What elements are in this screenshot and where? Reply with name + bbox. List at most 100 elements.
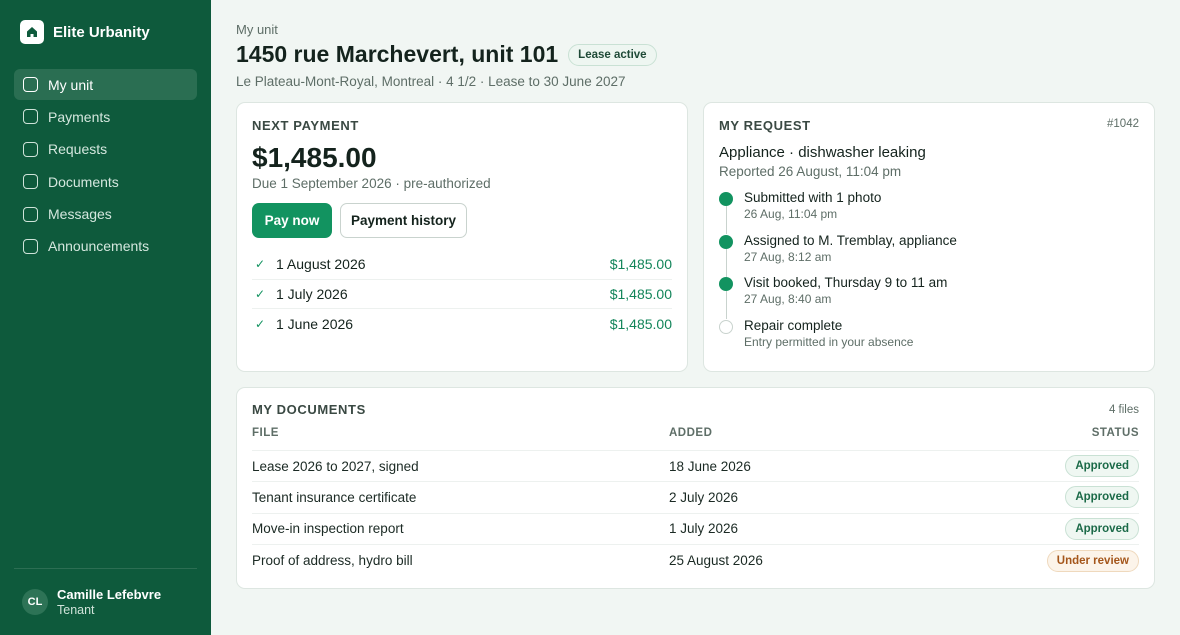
column-header-file: FILE — [252, 427, 279, 439]
payment-date: 1 July 2026 — [276, 285, 348, 302]
document-added: 1 July 2026 — [669, 521, 739, 537]
home-icon — [20, 20, 44, 44]
user-profile[interactable]: CL Camille Lefebvre Tenant — [14, 568, 197, 635]
step-time: Entry permitted in your absence — [744, 334, 914, 349]
step-title: Repair complete — [744, 317, 843, 333]
sidebar-item-documents[interactable]: Documents — [14, 166, 197, 197]
document-added: 18 June 2026 — [669, 458, 751, 474]
main-content: My unit 1450 rue Marchevert, unit 101 Le… — [211, 0, 1180, 635]
step-title: Assigned to M. Tremblay, appliance — [744, 232, 957, 248]
sidebar-item-label: Announcements — [48, 238, 150, 255]
column-header-added: ADDED — [669, 427, 713, 439]
timeline-step: Visit booked, Thursday 9 to 11 am 27 Aug… — [719, 275, 1139, 319]
step-done-icon — [719, 277, 733, 291]
step-title: Visit booked, Thursday 9 to 11 am — [744, 275, 948, 290]
sidebar-item-requests[interactable]: Requests — [14, 134, 197, 165]
payment-amount: $1,485.00 — [252, 142, 377, 173]
card-heading: MY DOCUMENTS — [252, 402, 366, 417]
list-item: ✓ 1 July 2026 $1,485.00 — [252, 280, 672, 309]
payment-amount-value: $1,485.00 — [609, 315, 672, 332]
table-row[interactable]: Move-in inspection report 1 July 2026 Ap… — [252, 514, 1139, 545]
brand-name: Elite Urbanity — [53, 23, 150, 41]
avatar: CL — [22, 589, 48, 615]
payment-amount-value: $1,485.00 — [609, 285, 672, 302]
timeline-connector — [725, 248, 727, 277]
pay-now-button[interactable]: Pay now — [252, 203, 332, 238]
card-heading: MY REQUEST — [719, 118, 811, 133]
nav-checkbox-icon — [23, 141, 38, 157]
file-count: 4 files — [1108, 403, 1139, 416]
sidebar-item-label: Documents — [48, 173, 119, 190]
step-done-icon — [719, 234, 733, 249]
document-file[interactable]: Tenant insurance certificate — [252, 490, 669, 505]
request-card[interactable]: MY REQUEST #1042 Appliance · dishwasher … — [703, 102, 1155, 372]
request-timeline: Submitted with 1 photo 26 Aug, 11:04 pm … — [719, 190, 1139, 360]
card-heading: NEXT PAYMENT — [252, 118, 359, 133]
step-time: 26 Aug, 11:04 pm — [744, 207, 838, 221]
table-header: FILE ADDED STATUS — [252, 427, 1139, 451]
payment-due: Due 1 September 2026 · pre-authorized — [252, 176, 491, 191]
document-file[interactable]: Move-in inspection report — [252, 521, 669, 536]
document-added: 25 August 2026 — [669, 553, 763, 569]
table-row[interactable]: Lease 2026 to 2027, signed 18 June 2026 … — [252, 451, 1139, 483]
payment-history-button[interactable]: Payment history — [340, 203, 467, 238]
status-badge: Approved — [1065, 517, 1139, 540]
nav-checkbox-icon — [23, 238, 38, 254]
payment-date: 1 June 2026 — [276, 315, 354, 332]
sidebar-item-label: Payments — [48, 108, 111, 125]
sidebar: Elite Urbanity My unit Payments Requests… — [0, 0, 211, 635]
sidebar-item-announcements[interactable]: Announcements — [14, 231, 197, 262]
lease-status-badge: Lease active — [568, 43, 657, 66]
nav-checkbox-icon — [23, 109, 38, 125]
sidebar-nav: My unit Payments Requests Documents Mess… — [0, 69, 211, 262]
next-payment-card: NEXT PAYMENT $1,485.00 Due 1 September 2… — [236, 102, 688, 372]
timeline-connector — [725, 206, 727, 234]
list-item: ✓ 1 June 2026 $1,485.00 — [252, 309, 672, 339]
payment-date: 1 August 2026 — [276, 256, 366, 273]
sidebar-item-label: Requests — [48, 141, 108, 158]
step-time: 27 Aug, 8:40 am — [744, 292, 832, 306]
document-file[interactable]: Proof of address, hydro bill — [252, 553, 669, 568]
page-title: 1450 rue Marchevert, unit 101 — [236, 41, 559, 67]
table-row[interactable]: Tenant insurance certificate 2 July 2026… — [252, 482, 1139, 514]
sidebar-item-messages[interactable]: Messages — [14, 199, 197, 230]
payment-amount-value: $1,485.00 — [609, 256, 672, 273]
status-badge: Approved — [1065, 486, 1139, 509]
breadcrumb: My unit — [236, 22, 278, 37]
status-badge: Approved — [1065, 455, 1139, 478]
column-header-status: STATUS — [1091, 427, 1139, 439]
timeline-connector — [725, 291, 727, 319]
document-added: 2 July 2026 — [669, 489, 739, 505]
timeline-step: Repair complete Entry permitted in your … — [719, 318, 1139, 361]
check-icon: ✓ — [255, 286, 266, 301]
page-subtitle: Le Plateau-Mont-Royal, Montreal · 4 1/2 … — [236, 74, 626, 89]
payment-history-list: ✓ 1 August 2026 $1,485.00 ✓ 1 July 2026 … — [252, 250, 672, 339]
documents-table: FILE ADDED STATUS Lease 2026 to 2027, si… — [252, 427, 1139, 576]
brand[interactable]: Elite Urbanity — [0, 0, 211, 44]
nav-checkbox-icon — [23, 77, 38, 92]
status-badge: Under review — [1046, 549, 1139, 572]
request-title: Appliance · dishwasher leaking — [719, 144, 926, 161]
user-role: Tenant — [57, 603, 95, 617]
step-pending-icon — [719, 319, 733, 334]
nav-checkbox-icon — [23, 206, 38, 222]
user-name: Camille Lefebvre — [57, 587, 162, 602]
step-done-icon — [719, 192, 733, 206]
timeline-step: Assigned to M. Tremblay, appliance 27 Au… — [719, 232, 1139, 277]
step-time: 27 Aug, 8:12 am — [744, 249, 832, 264]
document-file[interactable]: Lease 2026 to 2027, signed — [252, 459, 669, 474]
request-id: #1042 — [1107, 118, 1139, 130]
list-item: ✓ 1 August 2026 $1,485.00 — [252, 250, 672, 280]
documents-card: MY DOCUMENTS 4 files FILE ADDED STATUS L… — [236, 387, 1155, 589]
timeline-step: Submitted with 1 photo 26 Aug, 11:04 pm — [719, 190, 1139, 234]
sidebar-item-my-unit[interactable]: My unit — [14, 69, 197, 100]
check-icon: ✓ — [255, 257, 266, 272]
sidebar-item-payments[interactable]: Payments — [14, 101, 197, 132]
table-row[interactable]: Proof of address, hydro bill 25 August 2… — [252, 545, 1139, 576]
nav-checkbox-icon — [23, 174, 38, 190]
request-reported: Reported 26 August, 11:04 pm — [719, 164, 902, 179]
sidebar-item-label: Messages — [48, 206, 112, 223]
sidebar-item-label: My unit — [48, 76, 94, 93]
step-title: Submitted with 1 photo — [744, 190, 882, 205]
check-icon: ✓ — [255, 316, 266, 331]
